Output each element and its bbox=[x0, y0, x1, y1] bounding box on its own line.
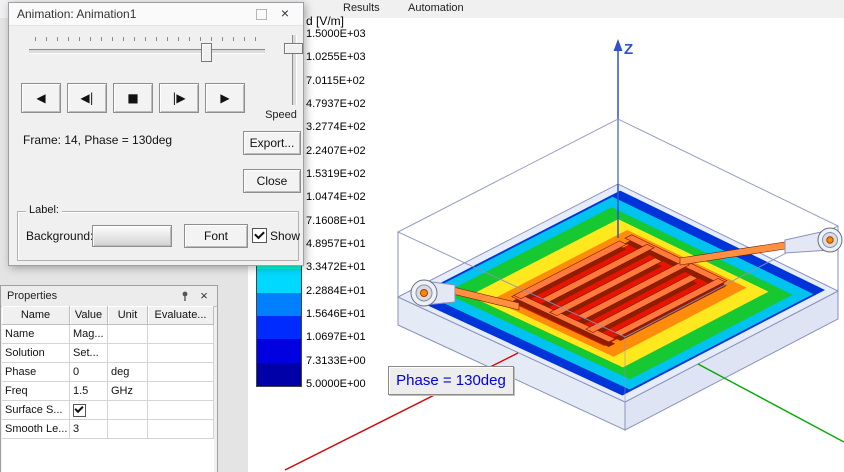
legend-value: 1.0474E+02 bbox=[306, 191, 366, 204]
property-evaluated bbox=[148, 325, 214, 344]
property-unit bbox=[108, 420, 148, 439]
menu-item-results[interactable]: Results bbox=[339, 2, 384, 14]
frame-slider-thumb[interactable] bbox=[201, 43, 212, 62]
properties-titlebar[interactable]: Properties × bbox=[1, 286, 217, 307]
show-checkbox[interactable] bbox=[252, 228, 267, 243]
frame-slider-track[interactable] bbox=[29, 49, 265, 54]
play-forward-button[interactable]: ▶ bbox=[205, 83, 245, 113]
legend-color-segment bbox=[257, 292, 301, 316]
property-unit bbox=[108, 344, 148, 363]
legend-value: 2.2884E+01 bbox=[306, 284, 366, 297]
property-value[interactable] bbox=[70, 401, 108, 420]
legend-color-segment bbox=[257, 339, 301, 363]
frame-slider-ticks bbox=[35, 37, 259, 41]
menu-item-automation[interactable]: Automation bbox=[404, 2, 468, 14]
speed-slider-thumb[interactable] bbox=[284, 43, 303, 54]
property-unit bbox=[108, 401, 148, 420]
column-header-evaluate: Evaluate... bbox=[148, 306, 214, 325]
speed-label: Speed bbox=[265, 109, 297, 121]
property-value[interactable]: 3 bbox=[70, 420, 108, 439]
property-unit bbox=[108, 325, 148, 344]
step-back-button[interactable]: ◀| bbox=[67, 83, 107, 113]
animation-dialog: Animation: Animation1 × Speed ◀ ◀| ■ |▶ … bbox=[8, 2, 304, 266]
property-name: Name bbox=[2, 325, 70, 344]
play-reverse-button[interactable]: ◀ bbox=[21, 83, 61, 113]
legend-value: 5.0000E+00 bbox=[306, 377, 366, 390]
property-evaluated bbox=[148, 420, 214, 439]
dialog-title: Animation: Animation1 bbox=[17, 7, 137, 21]
phase-annotation: Phase = 130deg bbox=[388, 366, 514, 395]
legend-color-segment bbox=[257, 362, 301, 386]
column-header-unit: Unit bbox=[108, 306, 148, 325]
property-value[interactable]: 0 bbox=[70, 363, 108, 382]
property-name: Smooth Le... bbox=[2, 420, 70, 439]
property-value[interactable]: Set... bbox=[70, 344, 108, 363]
background-color-button[interactable] bbox=[92, 225, 172, 247]
legend-value: 2.2407E+02 bbox=[306, 144, 366, 157]
property-value[interactable]: 1.5 bbox=[70, 382, 108, 401]
z-axis-arrow bbox=[613, 39, 623, 51]
pin-icon[interactable] bbox=[179, 290, 191, 302]
properties-title: Properties bbox=[7, 290, 58, 302]
speed-slider[interactable] bbox=[281, 33, 305, 107]
property-evaluated bbox=[148, 344, 214, 363]
legend-color-segment bbox=[257, 315, 301, 340]
column-header-name: Name bbox=[2, 306, 70, 325]
legend-color-segment bbox=[257, 269, 301, 293]
application-window: Results Automation Z Phase = 130deg d [V… bbox=[0, 0, 844, 472]
properties-panel: Properties × Name Value Unit Evaluate...… bbox=[0, 285, 218, 472]
property-name: Solution bbox=[2, 344, 70, 363]
frame-info-text: Frame: 14, Phase = 130deg bbox=[23, 133, 173, 147]
properties-table: Name Value Unit Evaluate... Name Mag... … bbox=[2, 306, 214, 439]
surface-smoothing-checkbox[interactable] bbox=[73, 404, 86, 417]
label-group: Label: Background: Font Show bbox=[17, 204, 301, 261]
y-axis-line bbox=[697, 363, 844, 443]
legend-value: 1.5319E+02 bbox=[306, 167, 366, 180]
legend-value: 1.0255E+03 bbox=[306, 51, 366, 64]
properties-close-icon[interactable]: × bbox=[197, 288, 211, 303]
dialog-titlebar[interactable]: Animation: Animation1 × bbox=[9, 3, 303, 26]
stop-button[interactable]: ■ bbox=[113, 83, 153, 113]
property-evaluated bbox=[148, 382, 214, 401]
property-unit[interactable]: GHz bbox=[108, 382, 148, 401]
close-icon[interactable]: × bbox=[277, 5, 293, 21]
property-name: Freq bbox=[2, 382, 70, 401]
properties-table-empty-area bbox=[2, 439, 214, 472]
background-label: Background: bbox=[26, 229, 94, 243]
legend-value: 4.7937E+02 bbox=[306, 97, 366, 110]
legend-value: 4.8957E+01 bbox=[306, 237, 366, 250]
column-header-value: Value bbox=[70, 306, 108, 325]
property-evaluated bbox=[148, 401, 214, 420]
z-axis-label: Z bbox=[624, 41, 633, 58]
legend-value: 1.0697E+01 bbox=[306, 331, 366, 344]
show-checkbox-label: Show bbox=[270, 229, 301, 243]
legend-values: 1.5000E+03 1.0255E+03 7.0115E+02 4.7937E+02… bbox=[306, 23, 366, 396]
legend-value: 3.2774E+02 bbox=[306, 121, 366, 134]
legend-value: 1.5000E+03 bbox=[306, 28, 366, 40]
property-value[interactable]: Mag... bbox=[70, 325, 108, 344]
frame-slider[interactable] bbox=[29, 37, 265, 63]
legend-value: 3.3472E+01 bbox=[306, 261, 366, 274]
export-button[interactable]: Export... bbox=[243, 131, 301, 155]
legend-value: 1.5646E+01 bbox=[306, 307, 366, 320]
legend-value: 7.0115E+02 bbox=[306, 74, 365, 87]
property-name: Surface S... bbox=[2, 401, 70, 420]
close-button[interactable]: Close bbox=[243, 169, 301, 193]
step-forward-button[interactable]: |▶ bbox=[159, 83, 199, 113]
legend-value: 7.3133E+00 bbox=[306, 354, 366, 367]
legend-value: 7.1608E+01 bbox=[306, 214, 366, 227]
label-group-title: Label: bbox=[26, 204, 62, 216]
font-button[interactable]: Font bbox=[184, 224, 248, 248]
property-unit[interactable]: deg bbox=[108, 363, 148, 382]
maximize-icon[interactable] bbox=[256, 9, 267, 20]
property-name: Phase bbox=[2, 363, 70, 382]
property-evaluated bbox=[148, 363, 214, 382]
